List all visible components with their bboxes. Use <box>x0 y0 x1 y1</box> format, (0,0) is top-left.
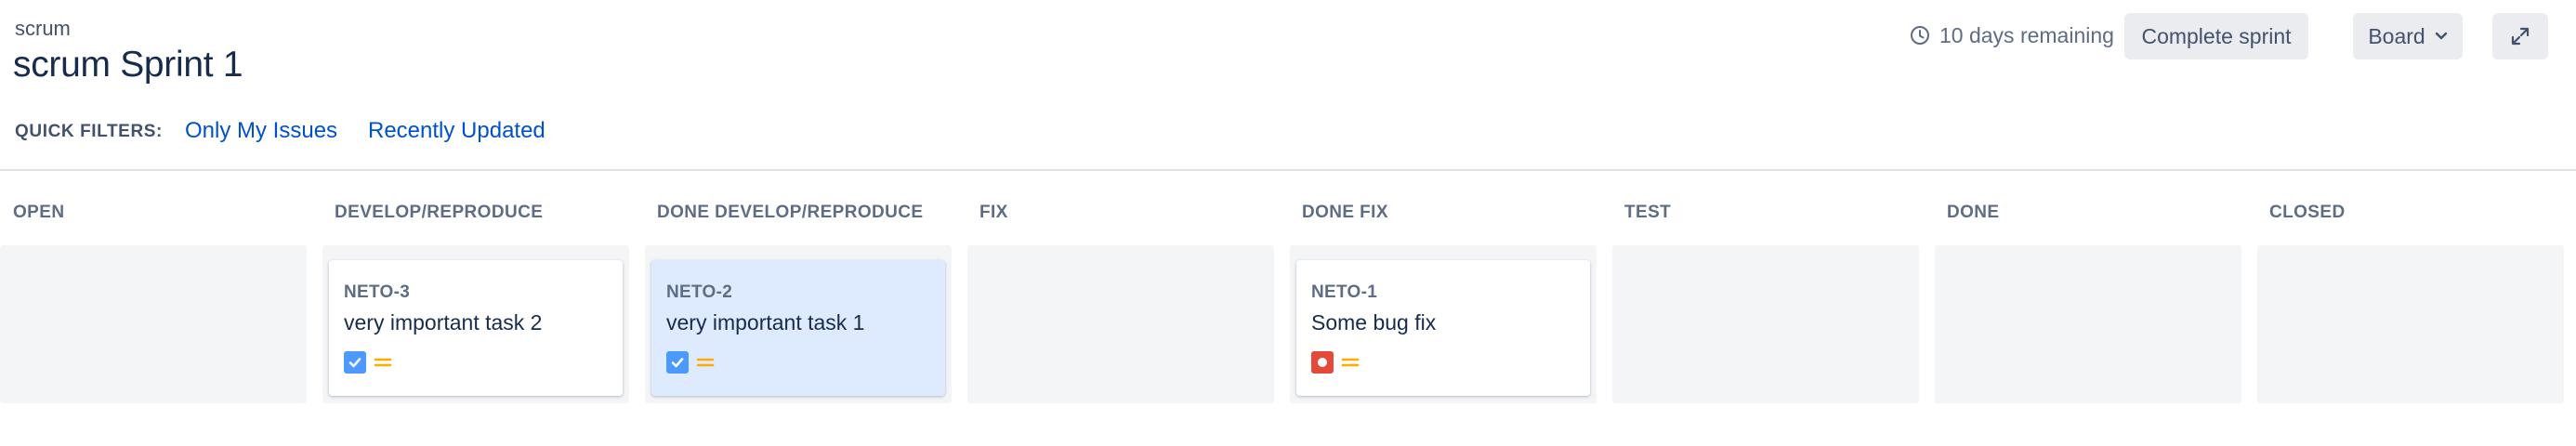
quick-filter-recently-updated[interactable]: Recently Updated <box>368 118 545 144</box>
expand-button[interactable] <box>2492 13 2548 59</box>
column-done-develop-reproduce[interactable]: NETO-2 very important task 1 <box>645 245 952 403</box>
issue-icons <box>344 351 392 374</box>
task-checkbox-icon <box>666 351 689 374</box>
column-open[interactable] <box>0 245 307 403</box>
column-header-open: OPEN <box>13 203 65 222</box>
priority-medium-icon <box>374 356 392 369</box>
column-header-develop-reproduce: DEVELOP/REPRODUCE <box>335 203 544 222</box>
column-test[interactable] <box>1612 245 1919 403</box>
board-dropdown-button[interactable]: Board <box>2353 13 2463 59</box>
sprint-remaining: 10 days remaining <box>1910 13 2114 58</box>
column-done-fix[interactable]: NETO-1 Some bug fix <box>1290 245 1597 403</box>
clock-icon <box>1910 25 1930 46</box>
page-title: scrum Sprint 1 <box>13 45 243 85</box>
column-header-closed: CLOSED <box>2269 203 2346 222</box>
column-fix[interactable] <box>967 245 1274 403</box>
issue-card[interactable]: NETO-2 very important task 1 <box>651 260 945 396</box>
complete-sprint-label: Complete sprint <box>2141 23 2292 48</box>
expand-icon <box>2510 26 2530 46</box>
breadcrumb[interactable]: scrum <box>15 17 71 41</box>
column-develop-reproduce[interactable]: NETO-3 very important task 2 <box>322 245 629 403</box>
quick-filter-only-my-issues[interactable]: Only My Issues <box>185 118 337 144</box>
task-checkbox-icon <box>344 351 366 374</box>
issue-key: NETO-3 <box>344 282 411 302</box>
column-header-done-develop-reproduce: DONE DEVELOP/REPRODUCE <box>657 203 924 222</box>
issue-summary: Some bug fix <box>1311 310 1437 334</box>
issue-key: NETO-2 <box>666 282 733 302</box>
complete-sprint-button[interactable]: Complete sprint <box>2124 13 2308 59</box>
column-closed[interactable] <box>2257 245 2564 403</box>
issue-icons <box>1311 351 1360 374</box>
column-header-done: DONE <box>1947 203 2000 222</box>
column-done[interactable] <box>1935 245 2241 403</box>
header-divider <box>0 169 2576 171</box>
issue-icons <box>666 351 715 374</box>
issue-key: NETO-1 <box>1311 282 1378 302</box>
quick-filters-label: QUICK FILTERS: <box>15 122 163 141</box>
bug-icon <box>1311 351 1334 374</box>
priority-medium-icon <box>1341 356 1360 369</box>
issue-card[interactable]: NETO-3 very important task 2 <box>329 260 623 396</box>
column-header-done-fix: DONE FIX <box>1302 203 1388 222</box>
remaining-text: 10 days remaining <box>1939 22 2114 47</box>
issue-card[interactable]: NETO-1 Some bug fix <box>1296 260 1590 396</box>
column-header-test: TEST <box>1624 203 1672 222</box>
issue-summary: very important task 1 <box>666 310 865 334</box>
board-label: Board <box>2368 23 2425 48</box>
column-header-fix: FIX <box>979 203 1008 222</box>
priority-medium-icon <box>696 356 715 369</box>
issue-summary: very important task 2 <box>344 310 543 334</box>
chevron-down-icon <box>2435 32 2448 41</box>
